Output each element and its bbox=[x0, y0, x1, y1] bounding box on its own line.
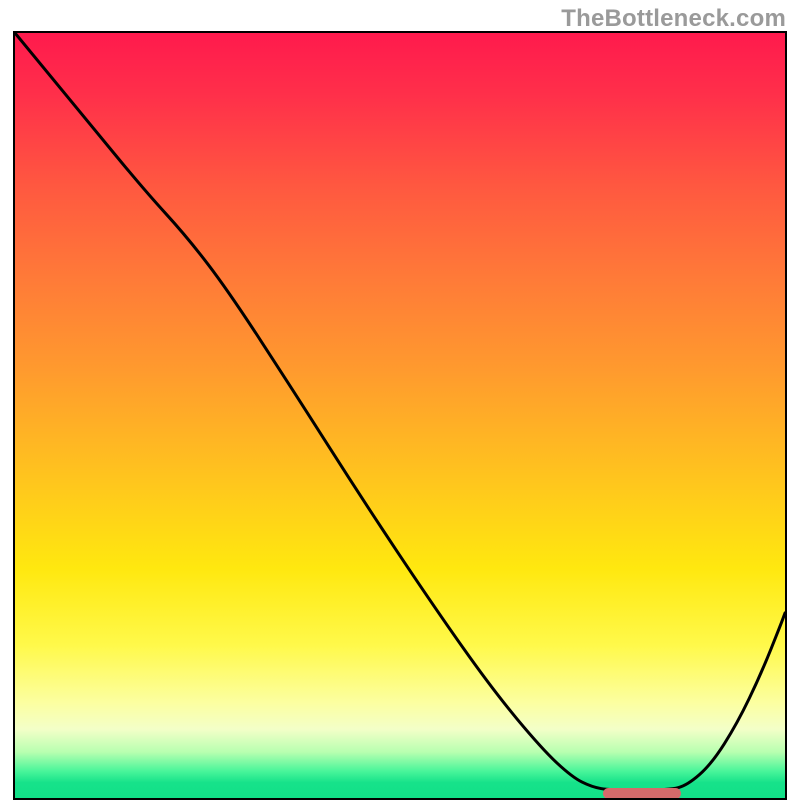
chart-frame bbox=[13, 31, 787, 800]
watermark-text: TheBottleneck.com bbox=[561, 5, 786, 33]
bottleneck-curve bbox=[15, 33, 785, 798]
optimal-range-marker bbox=[603, 788, 681, 799]
curve-path bbox=[15, 33, 785, 790]
